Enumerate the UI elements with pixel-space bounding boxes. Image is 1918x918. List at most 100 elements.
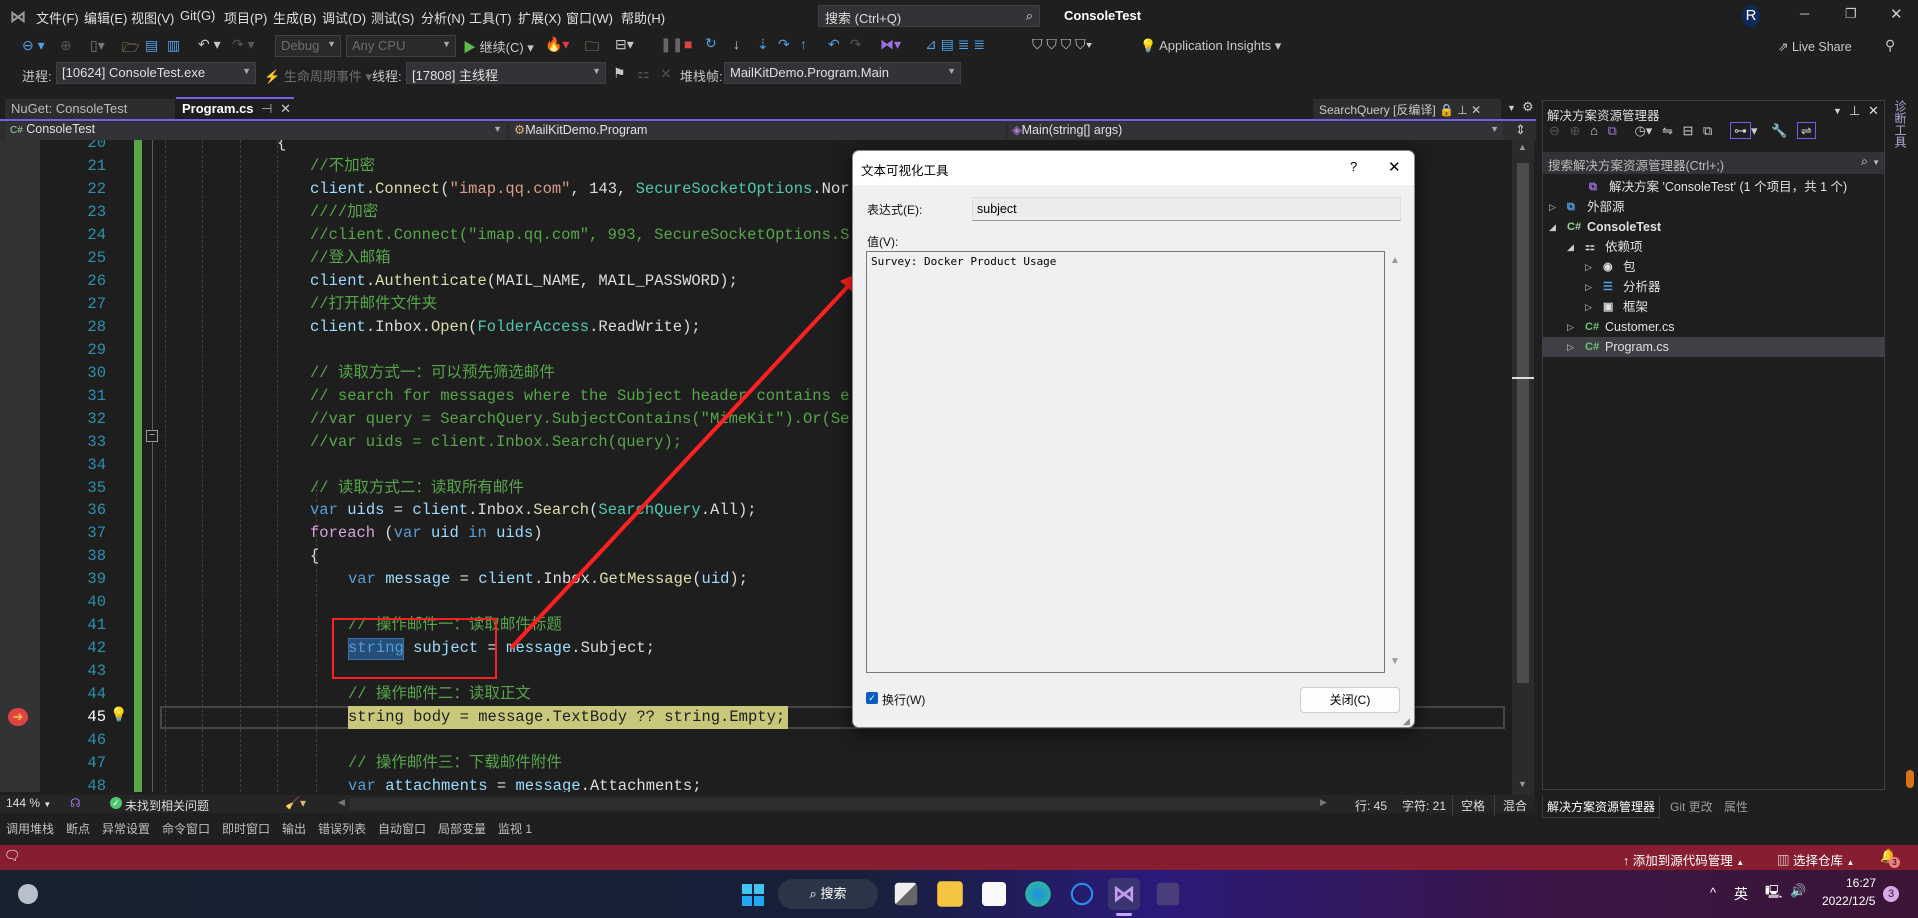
expand-icon[interactable]: ▷ bbox=[1567, 337, 1574, 357]
tree-item[interactable]: ◢ C# ConsoleTest bbox=[1543, 217, 1884, 237]
tree-item[interactable]: ▷ C# Program.cs bbox=[1543, 337, 1884, 357]
select-repository-button[interactable]: ▥ 选择仓库 ▲ bbox=[1777, 850, 1854, 869]
tree-item[interactable]: ▷ C# Customer.cs bbox=[1543, 317, 1884, 337]
home-icon[interactable]: ⌂ bbox=[1590, 123, 1598, 138]
diagnostic-tools-side-tab[interactable]: 诊断工具 bbox=[1893, 100, 1909, 148]
start-button[interactable] bbox=[742, 884, 764, 906]
value-textarea[interactable]: Survey: Docker Product Usage bbox=[866, 251, 1385, 673]
collapse-all-icon[interactable]: ⊟ bbox=[1683, 123, 1694, 138]
help-button[interactable]: ? bbox=[1350, 159, 1357, 174]
panel-tab[interactable]: 解决方案资源管理器 bbox=[1542, 796, 1661, 818]
collapse-icon[interactable]: ◢ bbox=[1567, 237, 1574, 257]
pending-changes-filter-icon[interactable]: ◷▾ bbox=[1634, 123, 1652, 138]
dialog-title: 文本可视化工具 bbox=[861, 164, 949, 178]
collapse-icon[interactable]: ◢ bbox=[1549, 217, 1556, 237]
arrow-shaft bbox=[509, 280, 854, 650]
scroll-up-icon[interactable]: ▲ bbox=[1390, 255, 1400, 266]
zoom-dropdown[interactable]: 144 % ▼ bbox=[6, 796, 66, 810]
scroll-left-icon[interactable]: ◀ bbox=[338, 797, 345, 808]
code-cleanup-icon[interactable]: 🧹▾ bbox=[285, 796, 306, 810]
scroll-down-icon[interactable]: ▼ bbox=[1390, 656, 1400, 667]
close-button[interactable]: 关闭(C) bbox=[1300, 687, 1400, 713]
task-view-icon[interactable] bbox=[894, 882, 918, 906]
tree-item[interactable]: ◢ ⚏ 依赖项 bbox=[1543, 237, 1884, 257]
tool-window-tab[interactable]: 自动窗口 bbox=[378, 820, 426, 837]
expand-icon[interactable]: ▷ bbox=[1549, 197, 1556, 217]
app-icon[interactable] bbox=[1070, 882, 1094, 906]
close-dialog-icon[interactable]: ✕ bbox=[1388, 158, 1401, 176]
tool-window-tab[interactable]: 断点 bbox=[66, 820, 90, 837]
tree-item[interactable]: ▷ ⧉ 外部源 bbox=[1543, 197, 1884, 217]
tool-window-tab[interactable]: 命令窗口 bbox=[162, 820, 210, 837]
switch-views-icon[interactable]: ⧉ bbox=[1608, 123, 1617, 138]
expand-icon[interactable]: ▷ bbox=[1585, 277, 1592, 297]
close-panel-icon[interactable]: ✕ bbox=[1868, 103, 1879, 119]
issues-status[interactable]: 未找到相关问题 bbox=[125, 797, 209, 814]
visual-studio-icon[interactable]: ⋈ bbox=[1108, 878, 1140, 910]
char-indicator: 字符: 21 bbox=[1402, 799, 1447, 813]
panel-tab[interactable]: Git 更改 bbox=[1666, 796, 1717, 817]
horizontal-scrollbar[interactable] bbox=[350, 798, 1320, 810]
volume-icon[interactable]: 🔊 bbox=[1790, 883, 1806, 899]
expand-icon[interactable]: ▷ bbox=[1585, 257, 1592, 277]
tree-item[interactable]: ⧉ 解决方案 'ConsoleTest' (1 个项目，共 1 个) bbox=[1543, 177, 1884, 197]
solution-search-input[interactable]: 搜索解决方案资源管理器(Ctrl+;) ⌕ ▼ bbox=[1543, 152, 1884, 174]
search-icon: ⌕ bbox=[809, 886, 817, 901]
back-icon[interactable]: ⊖ bbox=[1549, 123, 1560, 138]
tree-item-label: 解决方案 'ConsoleTest' (1 个项目，共 1 个) bbox=[1609, 180, 1848, 194]
preview-selected-icon[interactable]: ⊶ bbox=[1729, 122, 1751, 139]
tool-window-tab[interactable]: 错误列表 bbox=[318, 820, 366, 837]
expand-icon[interactable]: ▷ bbox=[1585, 297, 1592, 317]
expression-label: 表达式(E): bbox=[867, 203, 923, 217]
clock-time[interactable]: 16:27 bbox=[1846, 876, 1876, 890]
properties-wrench-icon[interactable]: 🔧 bbox=[1771, 123, 1787, 138]
resize-grip-icon[interactable]: ◢ bbox=[1403, 716, 1410, 727]
tool-window-tab[interactable]: 局部变量 bbox=[438, 820, 486, 837]
side-scroll-indicator bbox=[1906, 770, 1914, 788]
tray-overflow-icon[interactable]: ^ bbox=[1710, 885, 1716, 900]
copilot-icon[interactable]: ☊ bbox=[70, 796, 81, 810]
csharp-project-icon: C# bbox=[1567, 221, 1582, 233]
show-all-files-icon[interactable]: ⧉ bbox=[1703, 123, 1712, 138]
expand-icon[interactable]: ▷ bbox=[1567, 317, 1574, 337]
sync-icon[interactable]: ⇋ bbox=[1662, 123, 1673, 138]
wrap-checkbox[interactable]: ✓ bbox=[866, 692, 878, 704]
panel-menu-icon[interactable]: ▼ bbox=[1833, 106, 1842, 116]
input-method-indicator[interactable]: 英 bbox=[1734, 884, 1748, 904]
clock-date[interactable]: 2022/12/5 bbox=[1822, 894, 1875, 908]
panel-tab[interactable]: 属性 bbox=[1720, 796, 1752, 817]
tool-window-tab[interactable]: 输出 bbox=[282, 820, 306, 837]
notification-feedback-icon[interactable]: 🗨 bbox=[4, 848, 21, 864]
tree-item[interactable]: ▷ ☰ 分析器 bbox=[1543, 277, 1884, 297]
forward-icon[interactable]: ⊕ bbox=[1570, 123, 1581, 138]
pin-icon[interactable]: ⊥ bbox=[1849, 103, 1860, 119]
tool-window-tab[interactable]: 监视 1 bbox=[498, 820, 532, 837]
track-active-icon[interactable]: ⇌ bbox=[1796, 122, 1816, 139]
solution-icon: ⧉ bbox=[1589, 181, 1597, 193]
expression-field[interactable]: subject bbox=[972, 197, 1401, 221]
tree-item-label: 依赖项 bbox=[1605, 240, 1643, 254]
taskbar-search[interactable]: ⌕ 搜索 bbox=[778, 879, 878, 909]
csharp-file-icon: C# bbox=[1585, 341, 1600, 353]
file-explorer-icon[interactable] bbox=[937, 881, 963, 907]
tree-item[interactable]: ▷ ▣ 框架 bbox=[1543, 297, 1884, 317]
edge-icon[interactable] bbox=[1025, 881, 1051, 907]
notification-badge[interactable]: 3 bbox=[1883, 886, 1899, 902]
tool-window-tab[interactable]: 即时窗口 bbox=[222, 820, 270, 837]
vs-status-bar: 🗨 ↑ 添加到源代码管理 ▲ ▥ 选择仓库 ▲ 🔔 3 bbox=[0, 845, 1918, 870]
scroll-right-icon[interactable]: ▶ bbox=[1320, 797, 1327, 808]
network-icon[interactable]: 🖳 bbox=[1765, 883, 1782, 905]
notification-count: 3 bbox=[1889, 857, 1900, 868]
tree-item-label: Customer.cs bbox=[1605, 320, 1675, 334]
store-icon[interactable] bbox=[982, 882, 1006, 906]
tree-item[interactable]: ▷ ◉ 包 bbox=[1543, 257, 1884, 277]
whitespace-indicator[interactable]: 空格 bbox=[1452, 795, 1493, 816]
weather-icon[interactable] bbox=[18, 884, 38, 904]
notifications-button[interactable]: 🔔 3 bbox=[1880, 848, 1900, 868]
tool-window-tab[interactable]: 异常设置 bbox=[102, 820, 150, 837]
terminal-icon[interactable] bbox=[1156, 882, 1180, 906]
line-ending-indicator[interactable]: 混合 bbox=[1494, 795, 1535, 816]
solution-explorer-toolbar: ⊖ ⊕ ⌂ ⧉ ◷▾ ⇋ ⊟ ⧉ ⊶ ▾ 🔧 ⇌ bbox=[1549, 122, 1879, 147]
add-to-source-control-button[interactable]: ↑ 添加到源代码管理 ▲ bbox=[1623, 850, 1744, 869]
tool-window-tab[interactable]: 调用堆栈 bbox=[6, 820, 54, 837]
